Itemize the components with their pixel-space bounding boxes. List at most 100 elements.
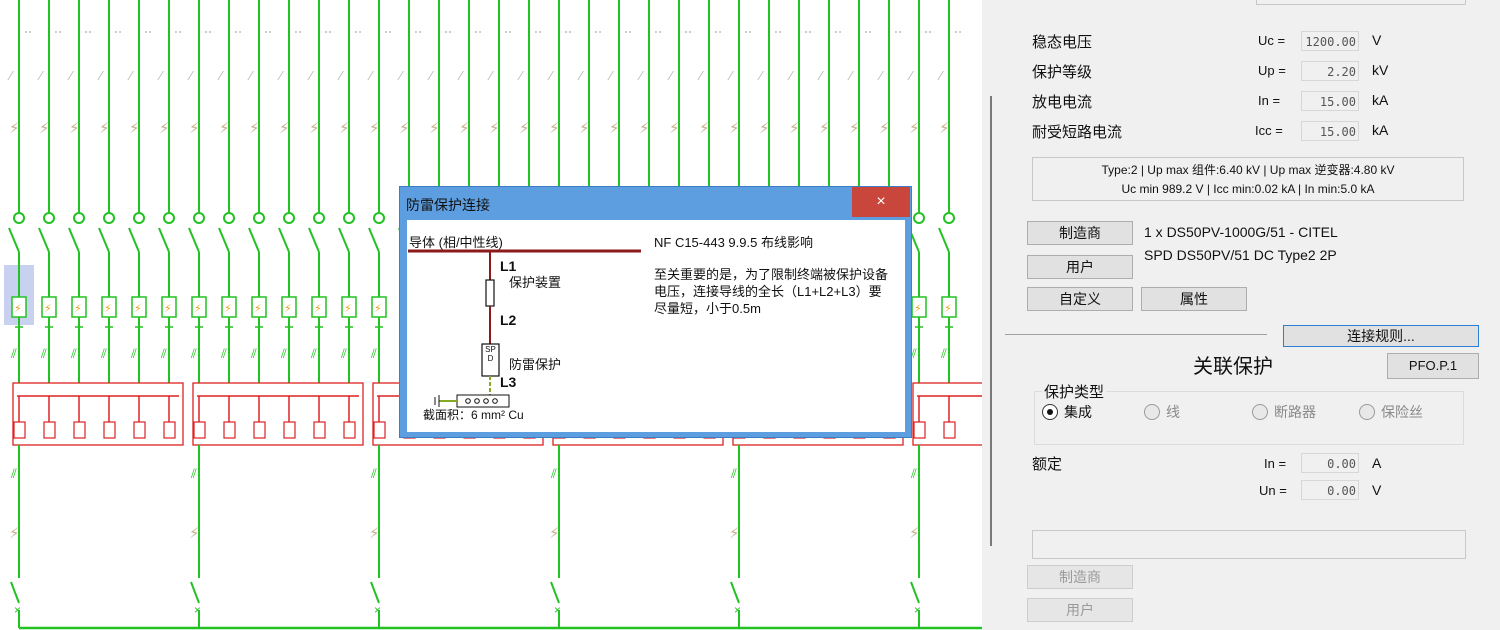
uc-unit: V [1372,32,1382,48]
icc-symbol: Icc = [1255,123,1283,138]
properties-button[interactable]: 属性 [1141,287,1247,311]
isolator-terminal [373,212,385,224]
cable-hash-icon: ⫽ [340,346,347,361]
fuse-box [253,421,266,439]
protection-user-button[interactable]: 用户 [1027,598,1133,622]
surge-icon: ⚡ [789,120,800,137]
rated-in-field[interactable]: 0.00 [1301,453,1359,473]
isolator-terminal [913,212,925,224]
output-switch [730,581,740,604]
surge-icon: ⚡ [699,120,710,137]
dialog-title: 防雷保护连接 [406,197,490,213]
surge-icon: ⚡ [339,120,350,137]
module-icon: ⁄ [37,68,44,83]
spd-bolt-icon: ⚡ [914,303,922,315]
surge-icon: ⚡ [549,120,560,137]
spd-text: SPD [485,345,496,363]
close-icon[interactable]: × [852,187,910,217]
user-button[interactable]: 用户 [1027,255,1133,279]
output-switch [190,581,200,604]
isolator-terminal [313,212,325,224]
switch-blade [338,227,350,253]
cable-hash-icon: ⫽ [190,346,197,361]
standard-reference: NF C15-443 9.9.5 布线影响 [654,235,813,250]
surge-icon: ⚡ [9,525,20,542]
spd-bolt-icon: ⚡ [44,303,52,315]
surge-icon: ⚡ [819,120,830,137]
up-unit: kV [1372,62,1389,78]
rated-in-symbol: In = [1264,456,1287,471]
pfo-button[interactable]: PFO.P.1 [1387,353,1479,379]
rated-un-unit: V [1372,482,1382,498]
spd-bolt-icon: ⚡ [284,303,292,315]
cable-hash-icon: ⫽ [100,346,107,361]
cable-hash-icon: ⫽ [550,466,557,481]
switch-blade [158,227,170,253]
module-icon: ⁄ [367,68,374,83]
icc-label: 耐受短路电流 [1032,124,1123,141]
cable-hash-icon: ⫽ [910,466,917,481]
module-icon: ⁄ [397,68,404,83]
module-icon: ⁄ [727,68,734,83]
surge-icon: ⚡ [579,120,590,137]
switch-blade [8,227,20,253]
surge-icon: ⚡ [459,120,470,137]
l3-label: L3 [500,374,517,390]
cable-hash-icon: ⫽ [370,466,377,481]
isolator-terminal [343,212,355,224]
rated-un-field[interactable]: 0.00 [1301,480,1359,500]
uc-value-field[interactable]: 1200.00 [1301,31,1359,51]
cross-section-label: 截面积：6 mm² Cu [423,408,524,422]
surge-icon: ⚡ [879,120,890,137]
panel-splitter[interactable] [990,96,992,546]
module-icon: ⁄ [637,68,644,83]
connection-rules-button[interactable]: 连接规则... [1283,325,1479,347]
output-switch [910,581,920,604]
module-icon: ⁄ [847,68,854,83]
output-switch [10,581,20,604]
surge-icon: ⚡ [759,120,770,137]
fuse-box [73,421,86,439]
fuse-box [223,421,236,439]
switch-blade [248,227,260,253]
custom-button[interactable]: 自定义 [1027,287,1133,311]
cable-hash-icon: ⫽ [370,346,377,361]
product-name: 1 x DS50PV-1000G/51 - CITEL [1144,224,1338,240]
icc-unit: kA [1372,122,1389,138]
isolator-terminal [163,212,175,224]
radio-fuse[interactable] [1359,404,1375,420]
requirements-summary: Type:2 | Up max 组件:6.40 kV | Up max 逆变器:… [1032,157,1464,201]
fuse-box [103,421,116,439]
protection-device-symbol [485,279,495,307]
isolator-terminal [13,212,25,224]
surge-icon: ⚡ [639,120,650,137]
radio-cable[interactable] [1144,404,1160,420]
spd-bolt-icon: ⚡ [14,303,22,315]
top-field[interactable] [1256,0,1466,5]
manufacturer-button[interactable]: 制造商 [1027,221,1133,245]
switch-blade [308,227,320,253]
surge-icon: ⚡ [609,120,620,137]
l2-label: L2 [500,312,517,328]
radio-breaker[interactable] [1252,404,1268,420]
icc-value-field[interactable]: 15.00 [1301,121,1359,141]
module-icon: ⁄ [757,68,764,83]
cable-hash-icon: ⫽ [250,346,257,361]
surge-icon: ⚡ [309,120,320,137]
rated-label: 额定 [1032,456,1063,473]
in-unit: kA [1372,92,1389,108]
up-value-field[interactable]: 2.20 [1301,61,1359,81]
protection-manufacturer-button[interactable]: 制造商 [1027,565,1133,589]
up-label: 保护等级 [1032,64,1093,81]
in-value-field[interactable]: 15.00 [1301,91,1359,111]
module-icon: ⁄ [457,68,464,83]
spd-bolt-icon: ⚡ [104,303,112,315]
fuse-box [193,421,206,439]
radio-integrated[interactable] [1042,404,1058,420]
fuse-box [163,421,176,439]
surge-icon: ⚡ [549,525,560,542]
cable-hash-icon: ⫽ [10,466,17,481]
isolator-terminal [43,212,55,224]
spd-bolt-icon: ⚡ [374,303,382,315]
surge-icon: ⚡ [429,120,440,137]
